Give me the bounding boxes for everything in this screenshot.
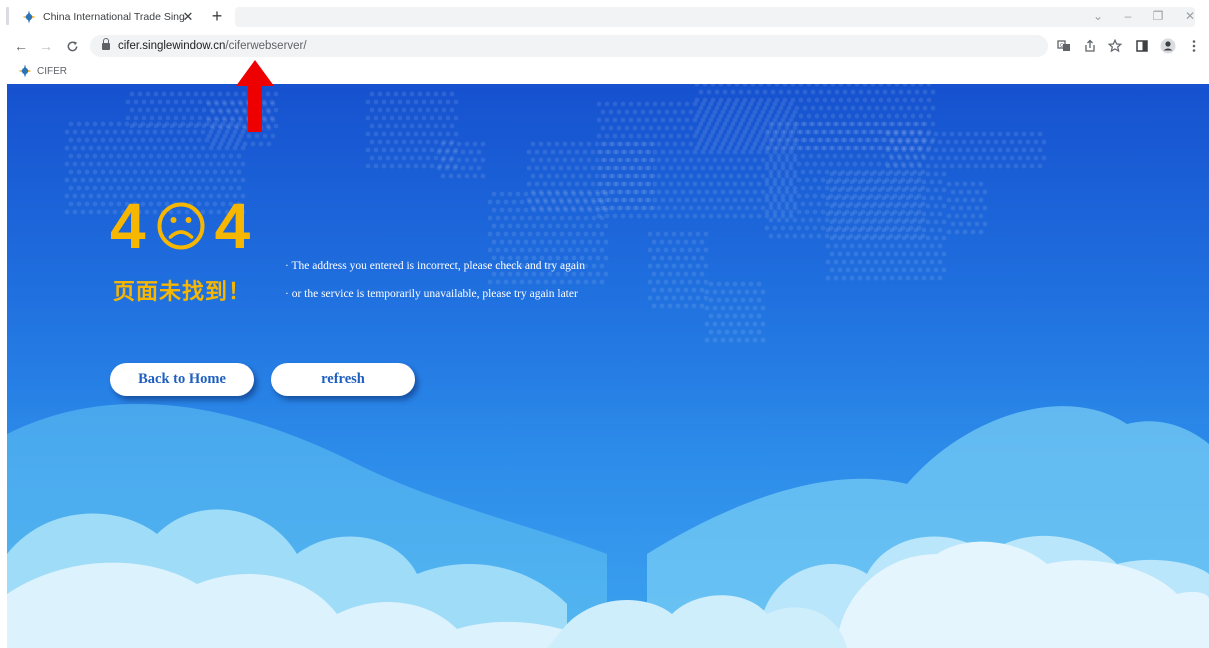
sad-face-icon (157, 202, 205, 250)
svg-text:G: G (1060, 43, 1064, 49)
browser-toolbar: ← → cifer.singlewindow.cn/ciferwebserver… (0, 32, 1209, 59)
profile-icon[interactable] (1158, 36, 1178, 56)
forward-arrow-icon[interactable]: → (36, 36, 56, 56)
reload-icon[interactable] (62, 36, 82, 56)
translate-icon[interactable]: G (1054, 36, 1074, 56)
window-close-icon[interactable]: ✕ (1178, 6, 1202, 26)
back-to-home-button[interactable]: Back to Home (110, 363, 254, 396)
address-bar[interactable]: cifer.singlewindow.cn/ciferwebserver/ (90, 35, 1048, 57)
back-arrow-icon[interactable]: ← (11, 36, 31, 56)
refresh-button[interactable]: refresh (271, 363, 415, 396)
tab-search-icon[interactable]: ⌄ (1086, 6, 1110, 26)
tab-active[interactable]: China International Trade Single ✕ (16, 4, 200, 30)
share-icon[interactable] (1080, 36, 1100, 56)
error-page: 4 4 页面未找到！ · The address you entered is … (7, 84, 1209, 648)
minimize-icon[interactable]: – (1116, 6, 1140, 26)
side-panel-icon[interactable] (1132, 36, 1152, 56)
error-message: · The address you entered is incorrect, … (285, 259, 585, 315)
cifer-favicon-icon (22, 10, 36, 24)
error-line-2: · or the service is temporarily unavaila… (285, 288, 578, 300)
error-digit-left: 4 (110, 190, 146, 262)
new-tab-button[interactable]: + (207, 6, 227, 26)
error-digit-right: 4 (214, 190, 251, 262)
error-title: 页面未找到！ (113, 280, 252, 305)
bookmarks-bar: CIFER (0, 59, 1209, 83)
cifer-favicon-icon (18, 64, 32, 78)
tab-strip-edge (6, 7, 9, 25)
red-arrow-icon (236, 60, 274, 132)
bookmark-label: CIFER (37, 65, 67, 77)
star-icon[interactable] (1105, 36, 1125, 56)
tab-close-icon[interactable]: ✕ (180, 9, 196, 25)
bookmark-cifer[interactable]: CIFER (18, 63, 67, 79)
url-path: /ciferwebserver/ (225, 40, 307, 52)
tab-strip: China International Trade Single ✕ + ⌄ –… (0, 0, 1209, 32)
error-code-404: 4 4 (110, 191, 250, 261)
error-line-1: · The address you entered is incorrect, … (285, 260, 585, 272)
url-host: cifer.singlewindow.cn (118, 40, 226, 52)
tab-title: China International Trade Single (43, 11, 185, 23)
tab-strip-background (235, 7, 1195, 27)
menu-icon[interactable] (1184, 36, 1204, 56)
lock-icon[interactable] (102, 37, 110, 51)
restore-icon[interactable]: ❐ (1146, 6, 1170, 26)
